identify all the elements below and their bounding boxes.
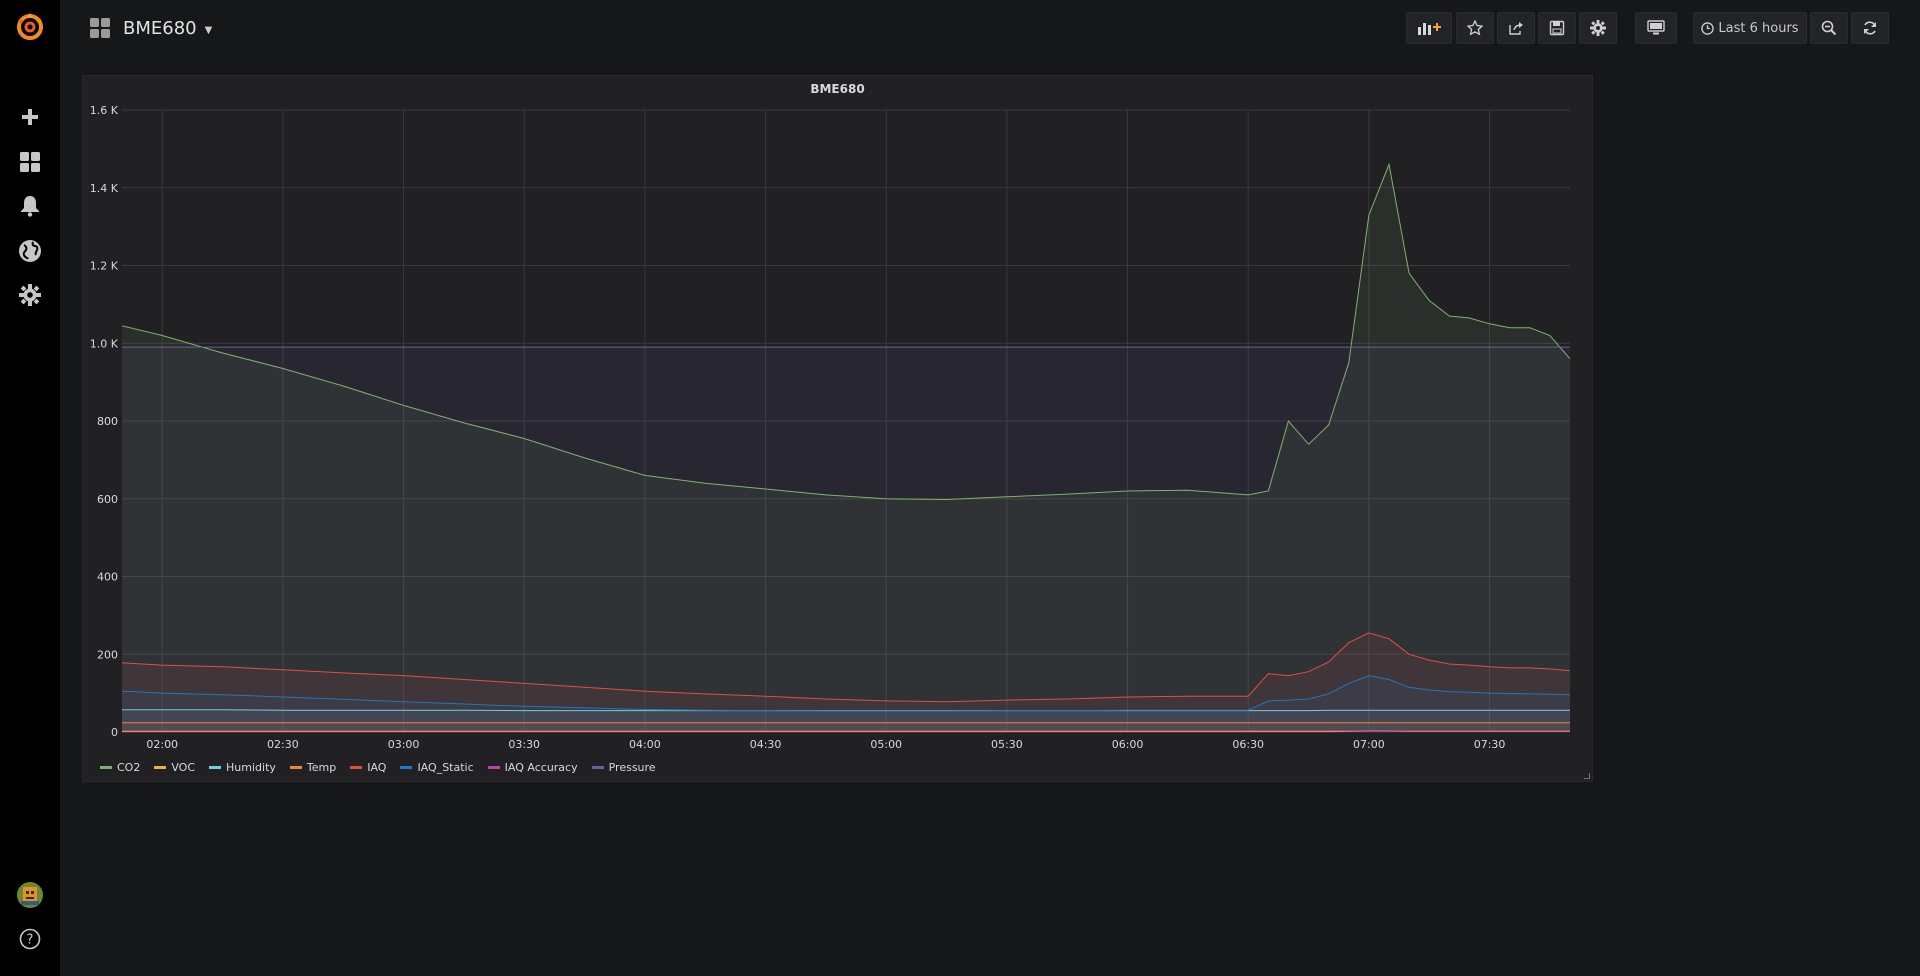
legend-item-iaq-accuracy[interactable]: IAQ Accuracy [487,761,578,774]
legend-item-temp[interactable]: Temp [289,761,337,774]
time-picker-button[interactable]: Last 6 hours [1693,12,1807,44]
panel-resize-handle[interactable] [1584,773,1590,779]
legend-item-co2[interactable]: CO2 [100,761,140,774]
legend-swatch [350,766,363,769]
clock-icon [1701,21,1715,35]
graph-panel: BME680 0 200 400 600 800 1.0 K 1.2 K 1.4 K 1.6 K… [82,75,1593,782]
add-panel-button[interactable] [1406,12,1452,44]
x-tick-label: 06:30 [1232,738,1264,751]
time-range-label: Last 6 hours [1718,20,1799,36]
legend-swatch [487,766,500,769]
legend-swatch [209,766,222,769]
x-tick-label: 02:30 [267,738,299,751]
y-tick-label: 1.0 K [90,337,119,350]
view-mode-button[interactable] [1635,12,1677,44]
legend-swatch [400,766,413,769]
zoom-out-button[interactable] [1810,12,1848,44]
gear-icon [1590,20,1606,36]
y-tick-label: 200 [97,648,118,661]
legend-label: IAQ [367,761,387,774]
star-icon [1467,20,1483,36]
legend-label: VOC [171,761,196,774]
dashboards-icon [90,18,110,38]
x-tick-label: 04:00 [629,738,661,751]
legend-label: Pressure [608,761,656,774]
x-tick-label: 06:00 [1112,738,1144,751]
gear-icon[interactable] [0,275,60,315]
x-tick-label: 07:30 [1474,738,1506,751]
legend-swatch [289,766,302,769]
legend-label: Humidity [226,761,276,774]
y-tick-label: 0 [111,726,118,739]
dashboard-title: BME680 [123,17,197,39]
line-chart[interactable]: 0 200 400 600 800 1.0 K 1.2 K 1.4 K 1.6 K 02:00 02… [83,76,1594,756]
share-button[interactable] [1497,12,1535,44]
svg-text:?: ? [27,933,34,948]
y-tick-label: 1.4 K [90,182,119,195]
add-panel-icon [1418,23,1441,35]
x-tick-label: 03:00 [388,738,420,751]
star-button[interactable] [1456,12,1494,44]
plus-icon[interactable] [0,97,60,137]
legend-label: IAQ_Static [417,761,474,774]
legend-item-pressure[interactable]: Pressure [591,761,656,774]
y-tick-label: 600 [97,493,118,506]
legend-label: Temp [306,761,337,774]
share-icon [1509,22,1523,35]
grafana-logo-icon[interactable] [0,6,60,46]
monitor-icon [1647,20,1665,35]
y-tick-label: 1.6 K [90,104,119,117]
x-tick-label: 02:00 [146,738,178,751]
y-tick-label: 800 [97,415,118,428]
legend-label: IAQ Accuracy [504,761,578,774]
x-tick-label: 07:00 [1353,738,1385,751]
legend-swatch [154,766,167,769]
dashboards-icon[interactable] [0,142,60,182]
save-button[interactable] [1538,12,1576,44]
top-navbar: BME680 ▼ Last 6 hours [60,0,1920,56]
refresh-icon [1864,21,1876,35]
legend-swatch [591,766,604,769]
globe-icon[interactable] [0,231,60,271]
y-tick-label: 1.2 K [90,260,119,273]
legend-swatch [100,766,112,769]
y-tick-label: 400 [97,571,118,584]
zoom-out-icon [1821,20,1837,36]
help-icon[interactable]: ? [0,919,60,959]
legend-item-iaq-static[interactable]: IAQ_Static [400,761,474,774]
legend-item-iaq[interactable]: IAQ [350,761,386,774]
x-tick-label: 03:30 [508,738,540,751]
series-area-pressure [122,347,1570,732]
x-tick-label: 04:30 [750,738,782,751]
save-icon [1549,20,1565,36]
avatar[interactable] [0,875,60,915]
x-tick-label: 05:00 [870,738,902,751]
chart-legend: CO2 VOC Humidity Temp IAQ IAQ_Static IAQ Accur… [100,761,656,774]
legend-item-humidity[interactable]: Humidity [209,761,276,774]
x-tick-label: 05:30 [991,738,1023,751]
sidebar: ? [0,0,60,976]
settings-button[interactable] [1579,12,1617,44]
chevron-down-icon: ▼ [204,24,213,36]
bell-icon[interactable] [0,186,60,226]
legend-label: CO2 [117,761,141,774]
legend-item-voc[interactable]: VOC [154,761,195,774]
dashboard-picker[interactable]: BME680 ▼ [89,0,212,56]
refresh-button[interactable] [1851,12,1889,44]
